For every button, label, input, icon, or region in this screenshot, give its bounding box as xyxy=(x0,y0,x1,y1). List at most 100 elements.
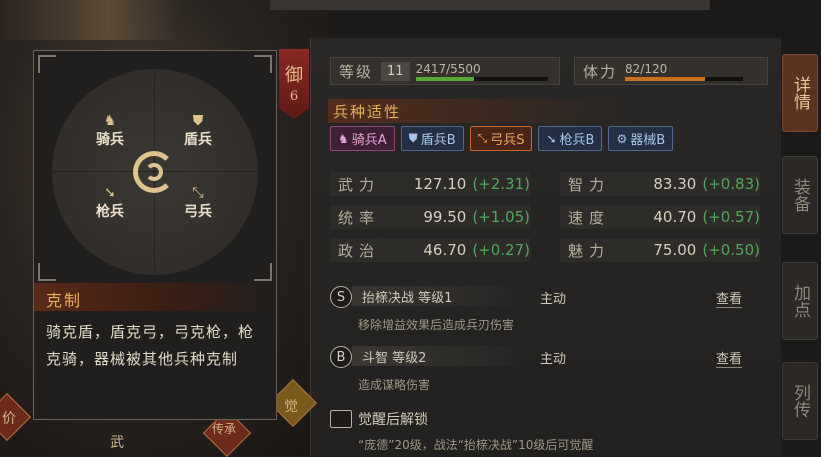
troop-chip[interactable]: ⤡ 弓兵S xyxy=(469,126,533,151)
troop-chip[interactable]: ➘ 枪兵B xyxy=(538,126,603,151)
attribute-row: 魅力 75.00 (+0.50) xyxy=(560,238,760,262)
cycle-arrows-icon xyxy=(145,163,163,181)
bottom-label: 武 xyxy=(110,435,124,451)
tab-label: 列传 xyxy=(790,384,810,418)
attribute-value: 75.00 xyxy=(653,241,697,259)
troop-chip-label: 器械B xyxy=(630,133,666,148)
level-box: 等级 11 2417/5500 xyxy=(330,57,560,85)
bow-icon: ⤡ xyxy=(192,185,204,201)
attribute-value: 83.30 xyxy=(653,175,697,193)
lock-icon xyxy=(330,410,352,428)
attribute-row: 速度 40.70 (+0.57) xyxy=(560,205,760,229)
bow-icon: ⤡ xyxy=(477,131,488,145)
shield-icon: ⛊ xyxy=(192,113,204,129)
skill-type: 主动 xyxy=(540,352,567,367)
exp-bar-fill xyxy=(415,76,474,81)
stamina-label: 体力 xyxy=(583,62,618,81)
attribute-row: 政治 46.70 (+0.27) xyxy=(330,238,530,262)
attribute-row: 统率 99.50 (+1.05) xyxy=(330,205,530,229)
troop-chip[interactable]: ♞ 骑兵A xyxy=(330,126,395,151)
attribute-name: 智力 xyxy=(568,175,611,194)
popup-corner xyxy=(38,55,56,73)
awaken-description: “庞德”20级，战法“抬榇决战”10级后可觉醒 xyxy=(358,438,594,452)
defense-tag-char: 御 xyxy=(285,65,303,86)
troop-counter-popup: ♞ 骑兵 ⛊ 盾兵 ➘ 枪兵 ⤡ 弓兵 克制 骑克盾，盾克弓，弓克枪，枪克骑，器… xyxy=(33,50,277,420)
popup-corner xyxy=(38,263,56,281)
attribute-value: 99.50 xyxy=(423,208,467,226)
attribute-row: 武力 127.10 (+2.31) xyxy=(330,172,530,196)
troop-chip-label: 骑兵A xyxy=(351,133,387,148)
node-label: 弓兵 xyxy=(184,204,212,220)
troop-chip-label: 弓兵S xyxy=(490,133,525,148)
level-label: 等级 xyxy=(339,62,374,81)
counter-node-shield: ⛊ 盾兵 xyxy=(168,113,228,149)
attribute-bonus: (+1.05) xyxy=(472,208,530,226)
stamina-text: 82/120 xyxy=(625,61,668,76)
top-banner xyxy=(270,0,710,10)
stamina-box: 体力 82/120 xyxy=(574,57,768,85)
horse-icon: ♞ xyxy=(338,131,349,146)
exp-text: 2417/5500 xyxy=(415,61,481,76)
skill-description: 造成谋略伤害 xyxy=(358,378,431,392)
stamina-bar xyxy=(625,76,744,81)
tab-equipment[interactable]: 装备 xyxy=(782,156,818,234)
tab-biography[interactable]: 列传 xyxy=(782,362,818,440)
attribute-name: 速度 xyxy=(568,208,611,227)
popup-corner xyxy=(254,55,272,73)
exp-bar xyxy=(415,76,548,81)
tab-details[interactable]: 详情 xyxy=(782,54,818,132)
skill-view-button[interactable]: 查看 xyxy=(716,288,743,308)
attribute-row: 智力 83.30 (+0.83) xyxy=(560,172,760,196)
defense-tag-number: 6 xyxy=(289,89,299,104)
counter-node-archer: ⤡ 弓兵 xyxy=(168,185,228,221)
tab-label: 装备 xyxy=(790,178,810,212)
popup-title: 克制 xyxy=(46,291,83,310)
skill-view-button[interactable]: 查看 xyxy=(716,348,743,368)
awaken-badge-text: 觉 xyxy=(284,399,298,415)
tab-label: 加点 xyxy=(790,284,810,318)
skill-grade-badge: S xyxy=(330,286,352,308)
node-label: 骑兵 xyxy=(96,132,124,148)
attribute-value: 127.10 xyxy=(413,175,467,193)
attribute-bonus: (+0.83) xyxy=(702,175,760,193)
troop-chip[interactable]: ⚙ 器械B xyxy=(608,126,674,151)
defense-tag: 御 6 xyxy=(279,49,309,119)
attribute-bonus: (+0.57) xyxy=(702,208,760,226)
spear-icon: ➘ xyxy=(546,131,557,146)
troop-suitability-list: ♞ 骑兵A ⛊ 盾兵B ⤡ 弓兵S ➘ 枪兵B ⚙ 器械B xyxy=(330,126,674,151)
popup-corner xyxy=(254,263,272,281)
gear-icon: ⚙ xyxy=(616,131,628,146)
tab-label: 详情 xyxy=(790,76,810,110)
tab-points[interactable]: 加点 xyxy=(782,262,818,340)
attribute-name: 统率 xyxy=(338,208,381,227)
troop-suitability-title: 兵种适性 xyxy=(333,103,402,121)
inherit-badge-text: 传承 xyxy=(212,422,237,436)
attribute-name: 魅力 xyxy=(568,241,611,260)
skill-description: 移除增益效果后造成兵刃伤害 xyxy=(358,318,515,332)
troop-chip-label: 枪兵B xyxy=(559,133,595,148)
awaken-title: 觉醒后解锁 xyxy=(358,412,428,428)
skill-grade-badge: B xyxy=(330,346,352,368)
attribute-name: 武力 xyxy=(338,175,381,194)
attribute-bonus: (+2.31) xyxy=(472,175,530,193)
portrait-weapon xyxy=(0,0,180,40)
counter-node-spear: ➘ 枪兵 xyxy=(80,185,140,221)
troop-chip[interactable]: ⛊ 盾兵B xyxy=(400,126,464,151)
level-value: 11 xyxy=(381,61,410,81)
rank-badge-text: 价 xyxy=(2,411,16,427)
skill-name[interactable]: 斗智 等级2 xyxy=(352,346,522,366)
attribute-bonus: (+0.50) xyxy=(702,241,760,259)
node-label: 枪兵 xyxy=(96,204,124,220)
popup-description: 骑克盾，盾克弓，弓克枪，枪克骑，器械被其他兵种克制 xyxy=(46,323,255,368)
horse-icon: ♞ xyxy=(103,113,117,129)
attribute-value: 40.70 xyxy=(653,208,697,226)
attribute-value: 46.70 xyxy=(423,241,467,259)
troop-chip-label: 盾兵B xyxy=(420,133,456,148)
node-label: 盾兵 xyxy=(184,132,212,148)
counter-node-cavalry: ♞ 骑兵 xyxy=(80,113,140,149)
spear-icon: ➘ xyxy=(104,185,116,201)
shield-icon: ⛊ xyxy=(408,131,418,145)
attribute-name: 政治 xyxy=(338,241,381,260)
skill-type: 主动 xyxy=(540,292,567,307)
skill-name[interactable]: 抬榇决战 等级1 xyxy=(352,286,522,306)
